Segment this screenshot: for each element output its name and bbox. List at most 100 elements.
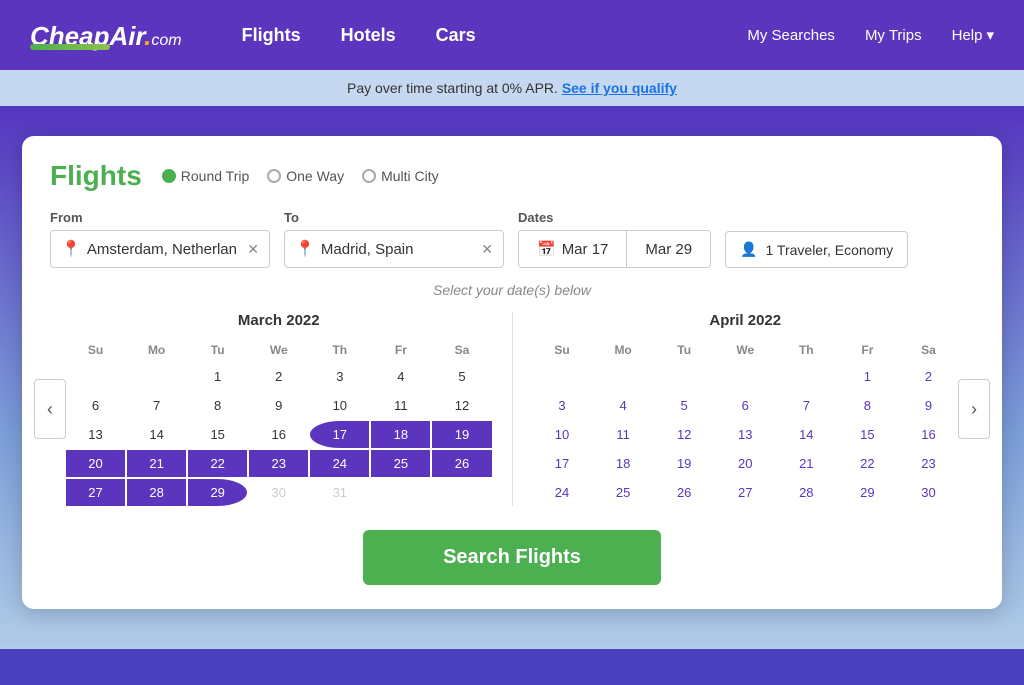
cal-day[interactable]: 1 [838, 363, 897, 390]
april-header-su: Su [533, 339, 592, 361]
cal-day[interactable]: 4 [371, 363, 430, 390]
promo-text: Pay over time starting at 0% APR. [347, 80, 558, 96]
cal-day-in-range[interactable]: 27 [66, 479, 125, 506]
cal-day-in-range[interactable]: 23 [249, 450, 308, 477]
cal-day[interactable]: 30 [899, 479, 958, 506]
cal-day[interactable]: 15 [188, 421, 247, 448]
trip-one-way[interactable]: One Way [267, 168, 344, 184]
cal-day-in-range[interactable]: 19 [432, 421, 491, 448]
cal-day-in-range[interactable]: 26 [432, 450, 491, 477]
cal-day[interactable]: 11 [594, 421, 653, 448]
nav-my-trips[interactable]: My Trips [865, 27, 922, 44]
cal-day[interactable]: 12 [655, 421, 714, 448]
cal-day[interactable]: 5 [432, 363, 491, 390]
nav-cars[interactable]: Cars [436, 25, 476, 46]
traveler-button[interactable]: 👤 1 Traveler, Economy [725, 231, 908, 268]
cal-day-in-range[interactable]: 24 [310, 450, 369, 477]
cal-day[interactable]: 13 [66, 421, 125, 448]
date-end-button[interactable]: Mar 29 [627, 231, 710, 267]
from-input[interactable] [87, 241, 237, 258]
cal-day-range-start[interactable]: 17 [310, 421, 369, 448]
cal-day[interactable]: 2 [899, 363, 958, 390]
cal-day[interactable]: 9 [899, 392, 958, 419]
date-start-button[interactable]: 📅 Mar 17 [519, 231, 627, 267]
calendar-next-button[interactable]: › [958, 379, 990, 439]
promo-link[interactable]: See if you qualify [562, 80, 677, 96]
round-trip-radio[interactable] [162, 169, 176, 183]
cal-day[interactable]: 16 [249, 421, 308, 448]
cal-day[interactable]: 9 [249, 392, 308, 419]
to-input[interactable] [321, 241, 471, 258]
nav-help[interactable]: Help ▾ [952, 26, 994, 44]
cal-day[interactable]: 27 [716, 479, 775, 506]
multi-city-radio[interactable] [362, 169, 376, 183]
cal-day[interactable]: 3 [533, 392, 592, 419]
cal-day[interactable]: 12 [432, 392, 491, 419]
cal-day[interactable]: 14 [127, 421, 186, 448]
calendar-section: Select your date(s) below ‹ March 2022 S… [50, 282, 974, 506]
cal-day[interactable]: 16 [899, 421, 958, 448]
cal-day[interactable]: 28 [777, 479, 836, 506]
cal-day [533, 363, 592, 390]
cal-day[interactable]: 8 [188, 392, 247, 419]
cal-day[interactable]: 10 [533, 421, 592, 448]
cal-day[interactable]: 6 [716, 392, 775, 419]
from-field-group: From 📍 ✕ [50, 210, 270, 268]
from-clear-button[interactable]: ✕ [247, 241, 259, 258]
cal-day[interactable]: 23 [899, 450, 958, 477]
cal-day[interactable]: 7 [127, 392, 186, 419]
cal-day[interactable]: 22 [838, 450, 897, 477]
cal-day[interactable]: 7 [777, 392, 836, 419]
cal-day[interactable]: 10 [310, 392, 369, 419]
nav-flights[interactable]: Flights [242, 25, 301, 46]
cal-day [66, 363, 125, 390]
logo[interactable]: CheapAir.com [30, 21, 242, 50]
search-flights-button[interactable]: Search Flights [363, 530, 661, 585]
cal-day[interactable]: 19 [655, 450, 714, 477]
cal-day[interactable]: 25 [594, 479, 653, 506]
cal-day[interactable]: 24 [533, 479, 592, 506]
cal-day-in-range[interactable]: 18 [371, 421, 430, 448]
cal-day[interactable]: 1 [188, 363, 247, 390]
cal-day [371, 479, 430, 506]
calendar-prev-button[interactable]: ‹ [34, 379, 66, 439]
cal-day[interactable]: 21 [777, 450, 836, 477]
nav-links: Flights Hotels Cars [242, 25, 748, 46]
cal-day-in-range[interactable]: 28 [127, 479, 186, 506]
location-icon: 📍 [61, 239, 81, 259]
cal-day[interactable]: 26 [655, 479, 714, 506]
march-grid: Su Mo Tu We Th Fr Sa 1 2 3 4 [66, 339, 492, 506]
cal-day[interactable]: 6 [66, 392, 125, 419]
cal-day-in-range[interactable]: 20 [66, 450, 125, 477]
cal-day[interactable]: 4 [594, 392, 653, 419]
cal-day[interactable]: 8 [838, 392, 897, 419]
page-title: Flights [50, 160, 142, 192]
cal-day-in-range[interactable]: 25 [371, 450, 430, 477]
cal-day[interactable]: 18 [594, 450, 653, 477]
cal-day[interactable]: 15 [838, 421, 897, 448]
cal-day[interactable]: 13 [716, 421, 775, 448]
to-label: To [284, 210, 504, 225]
cal-day[interactable]: 17 [533, 450, 592, 477]
cal-day[interactable]: 11 [371, 392, 430, 419]
cal-day[interactable]: 20 [716, 450, 775, 477]
cal-day-range-end[interactable]: 29 [188, 479, 247, 506]
nav-hotels[interactable]: Hotels [341, 25, 396, 46]
trip-multi-city[interactable]: Multi City [362, 168, 439, 184]
april-grid: Su Mo Tu We Th Fr Sa 1 2 [533, 339, 959, 506]
cal-day[interactable]: 2 [249, 363, 308, 390]
trip-options: Round Trip One Way Multi City [162, 168, 439, 184]
cal-day[interactable]: 5 [655, 392, 714, 419]
nav-my-searches[interactable]: My Searches [747, 27, 835, 44]
cal-day-in-range[interactable]: 22 [188, 450, 247, 477]
to-clear-button[interactable]: ✕ [481, 241, 493, 258]
cal-day-in-range[interactable]: 21 [127, 450, 186, 477]
cal-day[interactable]: 14 [777, 421, 836, 448]
from-label: From [50, 210, 270, 225]
cal-day[interactable]: 3 [310, 363, 369, 390]
cal-day[interactable]: 29 [838, 479, 897, 506]
nav-right: My Searches My Trips Help ▾ [747, 26, 994, 44]
one-way-radio[interactable] [267, 169, 281, 183]
trip-round-trip[interactable]: Round Trip [162, 168, 249, 184]
logo-underline [30, 44, 110, 50]
